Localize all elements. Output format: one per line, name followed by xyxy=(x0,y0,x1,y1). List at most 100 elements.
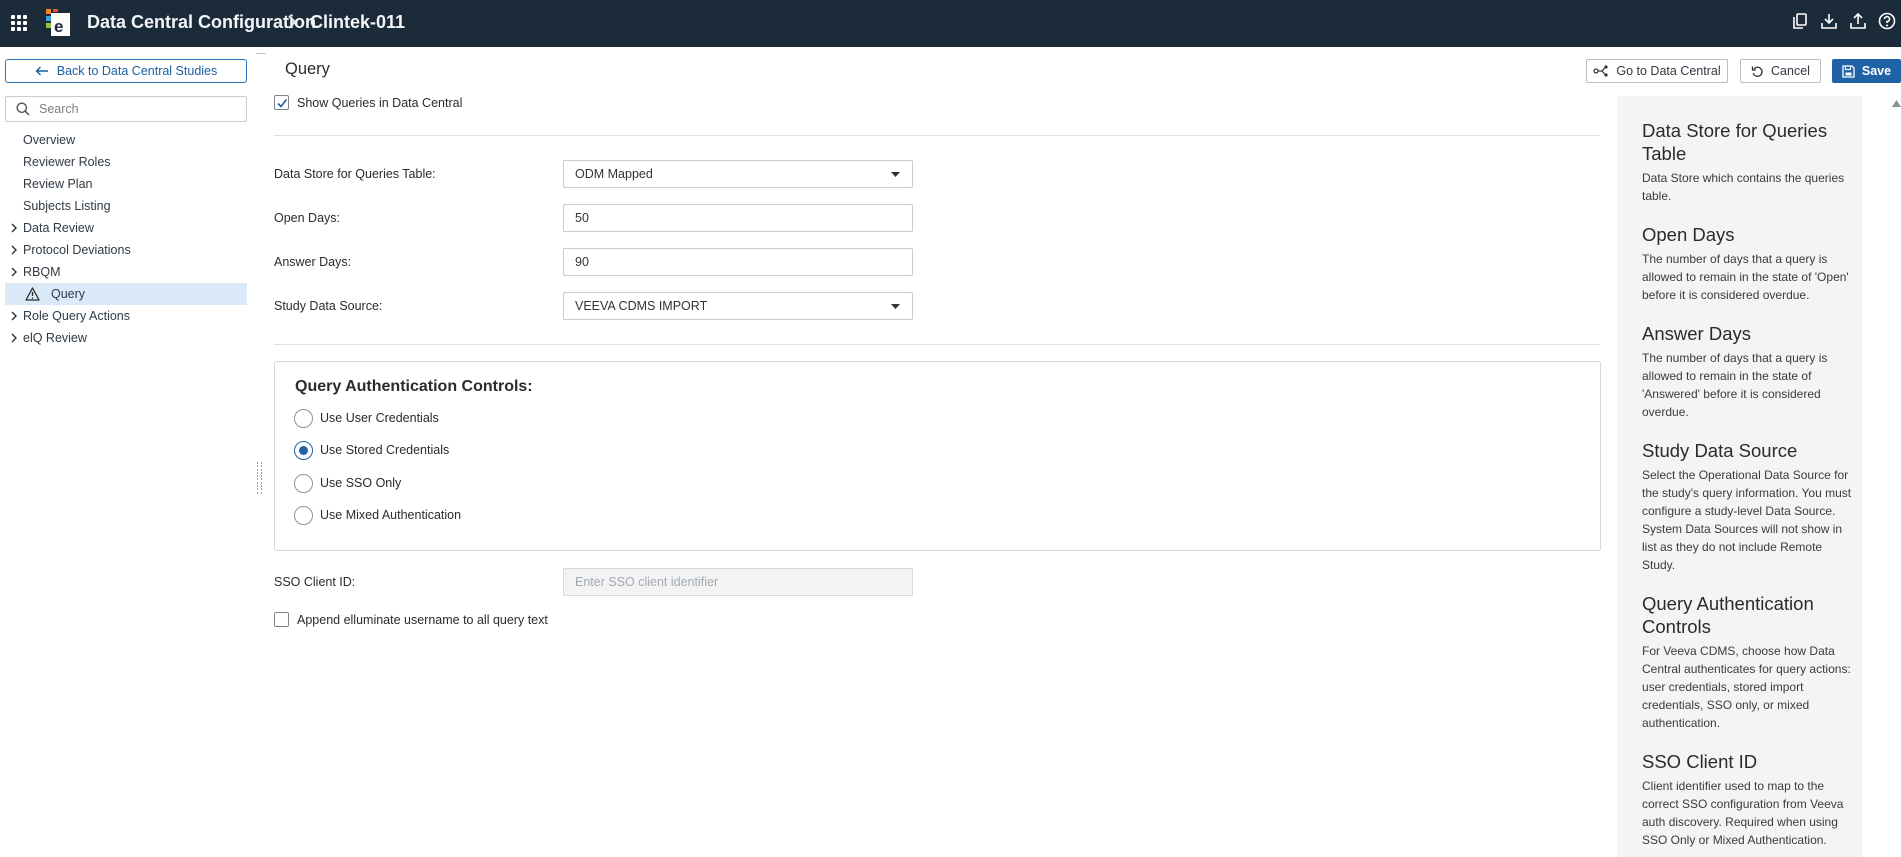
top-bar: e Data Central Configuration Clintek-011 xyxy=(0,0,1901,47)
append-username-label: Append elluminate username to all query … xyxy=(297,613,548,627)
data-store-value: ODM Mapped xyxy=(575,167,653,181)
open-days-input[interactable] xyxy=(575,211,895,225)
help-heading: Query Authentication Controls xyxy=(1642,593,1814,637)
sidebar-item-review-plan[interactable]: Review Plan xyxy=(0,173,247,195)
chevron-right-icon[interactable] xyxy=(9,223,19,233)
radio-use-stored-credentials[interactable]: Use Stored Credentials xyxy=(294,440,449,460)
study-name: Clintek-011 xyxy=(310,12,406,32)
undo-icon xyxy=(1751,66,1763,77)
sidebar-item-data-review[interactable]: Data Review xyxy=(0,217,247,239)
go-to-data-central-button[interactable]: Go to Data Central xyxy=(1586,59,1728,83)
data-store-select[interactable]: ODM Mapped xyxy=(563,160,913,188)
radio-button[interactable] xyxy=(294,473,313,493)
divider xyxy=(274,135,1600,136)
radio-button-selected[interactable] xyxy=(294,440,313,460)
sidebar-item-label: Overview xyxy=(23,133,76,147)
sidebar-item-elq-review[interactable]: elQ Review xyxy=(0,327,247,349)
help-heading: Study Data Source xyxy=(1642,440,1798,461)
sidebar-item-protocol-deviations[interactable]: Protocol Deviations xyxy=(0,239,247,261)
auth-title: Query Authentication Controls: xyxy=(295,378,533,395)
answer-days-field[interactable] xyxy=(563,248,913,276)
sidebar-item-query[interactable]: Query xyxy=(5,283,247,305)
help-text: Select the Operational Data Source for t… xyxy=(1642,468,1852,572)
sidebar-item-role-query-actions[interactable]: Role Query Actions xyxy=(0,305,247,327)
sidebar-item-label: Role Query Actions xyxy=(23,309,130,323)
answer-days-label: Answer Days: xyxy=(274,255,352,269)
radio-label: Use SSO Only xyxy=(320,476,402,490)
go-to-data-central-label: Go to Data Central xyxy=(1616,64,1721,78)
help-panel: Data Store for Queries Table Data Store … xyxy=(1617,96,1862,857)
sidebar: Back to Data Central Studies Overview Re… xyxy=(0,47,252,857)
cancel-button[interactable]: Cancel xyxy=(1740,59,1821,83)
checkmark-icon xyxy=(277,99,288,108)
show-queries-label: Show Queries in Data Central xyxy=(297,96,463,110)
radio-use-sso-only[interactable]: Use SSO Only xyxy=(294,473,401,493)
help-icon[interactable] xyxy=(1878,12,1896,30)
data-store-label: Data Store for Queries Table: xyxy=(274,167,436,181)
radio-label: Use User Credentials xyxy=(320,411,439,425)
sidebar-item-overview[interactable]: Overview xyxy=(0,129,247,151)
help-text: The number of days that a query is allow… xyxy=(1642,351,1828,419)
app-title: Data Central Configuration xyxy=(87,12,317,32)
chevron-right-icon[interactable] xyxy=(9,245,19,255)
chevron-right-icon[interactable] xyxy=(9,311,19,321)
share-nodes-icon xyxy=(1593,65,1608,77)
sidebar-item-label: Reviewer Roles xyxy=(23,155,111,169)
help-heading: SSO Client ID xyxy=(1642,751,1758,772)
study-data-source-select[interactable]: VEEVA CDMS IMPORT xyxy=(563,292,913,320)
query-authentication-panel: Query Authentication Controls: Use User … xyxy=(274,361,1601,551)
sidebar-nav: Overview Reviewer Roles Review Plan Subj… xyxy=(0,129,247,349)
scroll-up-arrow-icon[interactable] xyxy=(1892,100,1901,107)
show-queries-checkbox[interactable] xyxy=(274,95,289,110)
answer-days-input[interactable] xyxy=(575,255,895,269)
search-box xyxy=(5,96,247,122)
help-text: Client identifier used to map to the cor… xyxy=(1642,779,1844,847)
help-heading: Data Store for Queries Table xyxy=(1642,120,1828,164)
save-icon xyxy=(1842,64,1855,78)
help-heading: Open Days xyxy=(1642,224,1735,245)
upload-icon[interactable] xyxy=(1849,12,1867,30)
svg-text:e: e xyxy=(54,17,63,36)
cancel-label: Cancel xyxy=(1771,64,1810,78)
resize-handle[interactable] xyxy=(257,462,262,494)
sso-client-id-field[interactable] xyxy=(563,568,913,596)
chevron-right-icon[interactable] xyxy=(9,333,19,343)
radio-button[interactable] xyxy=(294,505,313,525)
sidebar-item-label: elQ Review xyxy=(23,331,87,345)
sidebar-item-label: Review Plan xyxy=(23,177,93,191)
radio-label: Use Mixed Authentication xyxy=(320,508,462,522)
radio-button[interactable] xyxy=(294,408,313,428)
page-title: Query xyxy=(285,60,330,78)
help-text: For Veeva CDMS, choose how Data Central … xyxy=(1642,644,1851,730)
append-username-checkbox[interactable] xyxy=(274,612,289,627)
open-days-field[interactable] xyxy=(563,204,913,232)
radio-use-user-credentials[interactable]: Use User Credentials xyxy=(294,408,439,428)
download-icon[interactable] xyxy=(1820,12,1838,30)
sidebar-item-rbqm[interactable]: RBQM xyxy=(0,261,247,283)
sidebar-item-label: Query xyxy=(51,287,86,301)
chevron-right-icon[interactable] xyxy=(9,267,19,277)
help-text: Data Store which contains the queries ta… xyxy=(1642,171,1845,203)
copy-icon[interactable] xyxy=(1791,12,1809,30)
sidebar-item-label: Data Review xyxy=(23,221,94,235)
open-days-label: Open Days: xyxy=(274,211,341,225)
apps-grid-icon[interactable] xyxy=(11,15,27,31)
sidebar-item-label: Subjects Listing xyxy=(23,199,111,213)
radio-label: Use Stored Credentials xyxy=(320,443,450,457)
sso-client-id-input[interactable] xyxy=(575,575,895,589)
save-label: Save xyxy=(1861,64,1892,78)
study-data-source-label: Study Data Source: xyxy=(274,299,383,313)
search-icon xyxy=(16,102,30,116)
panel-divider xyxy=(256,53,266,54)
sidebar-item-label: Protocol Deviations xyxy=(23,243,131,257)
help-heading: Answer Days xyxy=(1642,323,1751,344)
radio-use-mixed-authentication[interactable]: Use Mixed Authentication xyxy=(294,505,461,525)
caret-down-icon xyxy=(891,304,900,309)
elluminate-logo-icon: e xyxy=(46,9,70,36)
sidebar-item-reviewer-roles[interactable]: Reviewer Roles xyxy=(0,151,247,173)
back-button-label: Back to Data Central Studies xyxy=(56,64,218,78)
save-button[interactable]: Save xyxy=(1832,59,1901,83)
back-to-studies-button[interactable]: Back to Data Central Studies xyxy=(5,59,247,83)
sidebar-item-subjects-listing[interactable]: Subjects Listing xyxy=(0,195,247,217)
search-input[interactable] xyxy=(39,102,239,116)
